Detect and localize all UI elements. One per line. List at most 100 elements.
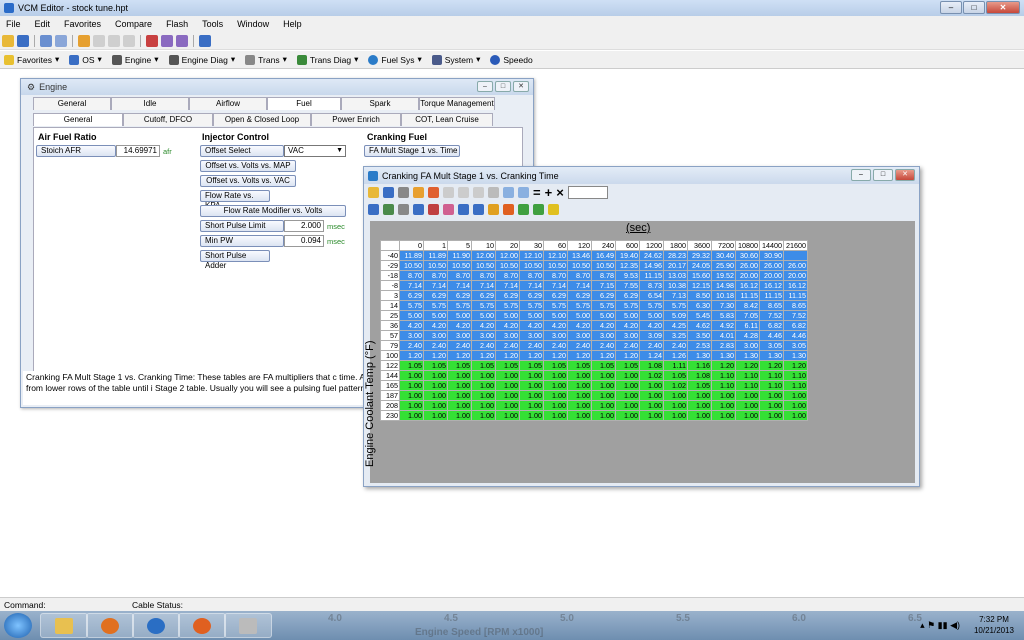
table-cell[interactable]: 1.30 [687,350,712,361]
table-cell[interactable]: 1.20 [447,350,472,361]
table-cell[interactable]: 3.00 [567,330,592,341]
table-cell[interactable]: 1.20 [783,360,808,371]
table-cell[interactable]: 1.00 [519,390,544,401]
menu-edit[interactable]: Edit [35,19,51,29]
table-cell[interactable]: 8.50 [687,290,712,301]
table-cell[interactable]: 1.10 [759,370,784,381]
tab-spark[interactable]: Spark [341,97,419,110]
menu-compare[interactable]: Compare [115,19,152,29]
subtab-cot-lean-cruise[interactable]: COT, Lean Cruise [401,113,493,126]
table-cell[interactable]: 4.46 [783,330,808,341]
table-cell[interactable]: 5.00 [423,310,448,321]
stoich-afr-value[interactable]: 14.69971 [116,145,160,157]
row-header[interactable]: 230 [380,410,400,421]
table-cell[interactable]: 1.20 [759,360,784,371]
taskbar-itunes[interactable] [132,613,180,638]
row-header[interactable]: 25 [380,310,400,321]
table-cell[interactable]: 1.05 [447,360,472,371]
engine-button[interactable]: Engine ▾ [111,54,159,65]
table-cell[interactable]: 1.00 [399,410,424,421]
column-header[interactable]: 7200 [711,240,736,251]
table-cell[interactable]: 11.15 [639,270,664,281]
system-tray[interactable]: ▴ ⚑ ▮▮ ◀) [920,620,960,631]
table-cell[interactable]: 7.13 [663,290,688,301]
table-cell[interactable]: 1.08 [687,370,712,381]
table-cell[interactable]: 12.00 [495,250,520,261]
table-cell[interactable]: 2.40 [399,340,424,351]
table-cell[interactable]: 1.00 [591,370,616,381]
table-cell[interactable]: 3.25 [663,330,688,341]
table-cell[interactable]: 5.00 [567,310,592,321]
table-cell[interactable]: 1.00 [759,400,784,411]
car2-icon[interactable] [176,34,188,47]
table-cell[interactable]: 4.20 [423,320,448,331]
table-cell[interactable]: 11.89 [399,250,424,261]
highlight-icon[interactable] [548,204,559,215]
table-cell[interactable]: 1.05 [423,360,448,371]
row-header[interactable]: 36 [380,320,400,331]
table-cell[interactable]: 19.52 [711,270,736,281]
table-cell[interactable]: 1.05 [399,360,424,371]
table-cell[interactable]: 2.40 [447,340,472,351]
menu-file[interactable]: File [6,19,21,29]
table-cell[interactable]: 5.75 [495,300,520,311]
table-cell[interactable]: 1.00 [399,400,424,411]
column-header[interactable]: 21600 [783,240,808,251]
table-cell[interactable]: 1.05 [663,370,688,381]
table-cell[interactable]: 1.20 [471,350,496,361]
taskbar-firefox[interactable] [178,613,226,638]
clock[interactable]: 7:32 PM 10/21/2013 [974,614,1014,636]
table-cell[interactable]: 7.14 [423,280,448,291]
table-cell[interactable]: 1.10 [759,380,784,391]
table-cell[interactable]: 4.20 [495,320,520,331]
table-cell[interactable]: 8.70 [423,270,448,281]
table-maximize-button[interactable]: □ [873,169,893,181]
table-cell[interactable]: 3.50 [687,330,712,341]
table-cell[interactable]: 6.29 [543,290,568,301]
table-cell[interactable]: 4.20 [567,320,592,331]
table-cell[interactable]: 1.00 [711,400,736,411]
table-cell[interactable]: 1.05 [471,360,496,371]
table-cell[interactable]: 7.15 [591,280,616,291]
table-cell[interactable]: 5.75 [399,300,424,311]
table-cell[interactable]: 7.14 [567,280,592,291]
tool-icon[interactable] [146,34,158,47]
tab-fuel[interactable]: Fuel [267,97,341,110]
table-cell[interactable]: 6.82 [759,320,784,331]
table-cell[interactable]: 5.00 [615,310,640,321]
table-cell[interactable]: 3.05 [783,340,808,351]
table-cell[interactable]: 1.00 [639,380,664,391]
table-cell[interactable]: 11.15 [783,290,808,301]
tab-idle[interactable]: Idle [111,97,189,110]
table-cell[interactable]: 5.75 [447,300,472,311]
table-cell[interactable]: 1.00 [399,390,424,401]
table-cell[interactable]: 1.00 [495,380,520,391]
table-cell[interactable]: 1.00 [615,390,640,401]
column-header[interactable]: 5 [447,240,472,251]
chart-icon[interactable] [383,204,394,215]
table-cell[interactable]: 1.00 [519,380,544,391]
row-header[interactable]: -40 [380,250,400,261]
table-cell[interactable]: 6.29 [591,290,616,301]
menu-favorites[interactable]: Favorites [64,19,101,29]
table-cell[interactable]: 1.10 [735,380,760,391]
table-cell[interactable]: 4.62 [687,320,712,331]
table-cell[interactable]: 7.14 [519,280,544,291]
table-cell[interactable]: 1.00 [615,380,640,391]
table-cell[interactable]: 1.00 [471,400,496,411]
menu-help[interactable]: Help [283,19,302,29]
offset-select-label[interactable]: Offset Select [200,145,284,157]
table-icon[interactable] [443,187,454,198]
undo-icon[interactable] [488,187,499,198]
table-cell[interactable]: 3.00 [447,330,472,341]
engine-close-button[interactable]: ✕ [513,81,529,92]
table-cell[interactable]: 13.03 [663,270,688,281]
units-icon[interactable] [398,204,409,215]
favorites-button[interactable]: Favorites ▾ [4,54,59,65]
table-cell[interactable]: 2.40 [471,340,496,351]
table-cell[interactable]: 5.83 [711,310,736,321]
table-cell[interactable]: 1.00 [615,410,640,421]
table-cell[interactable]: 12.15 [687,280,712,291]
table-cell[interactable]: 4.28 [735,330,760,341]
table-cell[interactable]: 8.70 [567,270,592,281]
